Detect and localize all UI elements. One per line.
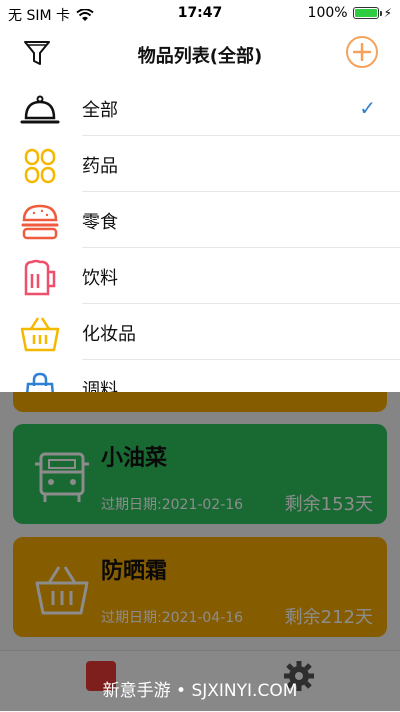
basket-icon	[20, 317, 60, 352]
menu-item-snacks[interactable]: 零食	[0, 192, 400, 248]
charging-icon: ⚡	[383, 6, 392, 20]
menu-item-label: 全部	[82, 100, 118, 121]
menu-item-label: 药品	[82, 156, 118, 177]
shopping-bag-icon	[26, 372, 54, 392]
add-item-button[interactable]	[346, 36, 378, 68]
battery-percent: 100%	[307, 5, 348, 21]
plus-icon	[353, 43, 371, 61]
menu-item-label: 化妆品	[82, 324, 136, 345]
pills-icon	[24, 148, 56, 184]
menu-item-seasoning[interactable]: 调料	[0, 360, 400, 392]
menu-item-label: 零食	[82, 212, 118, 233]
burger-icon	[21, 204, 59, 240]
nav-bar: 物品列表(全部)	[0, 26, 400, 80]
battery-icon	[352, 7, 382, 19]
status-bar: 无 SIM 卡 17:47 100% ⚡	[0, 0, 400, 26]
menu-item-cosmetics[interactable]: 化妆品	[0, 304, 400, 360]
page-title: 物品列表(全部)	[137, 46, 263, 67]
menu-item-medicine[interactable]: 药品	[0, 136, 400, 192]
watermark: 新意手游 • SJXINYI.COM	[102, 681, 298, 701]
menu-item-all[interactable]: 全部 ✓	[0, 80, 400, 136]
menu-item-label: 调料	[82, 380, 118, 392]
cloche-icon	[20, 95, 60, 124]
menu-item-label: 饮料	[82, 268, 118, 289]
category-filter-menu: 全部 ✓ 药品 零食 饮料 化妆品 调料	[0, 80, 400, 392]
beer-mug-icon	[24, 259, 56, 296]
checkmark-icon: ✓	[359, 96, 376, 120]
menu-item-drinks[interactable]: 饮料	[0, 248, 400, 304]
